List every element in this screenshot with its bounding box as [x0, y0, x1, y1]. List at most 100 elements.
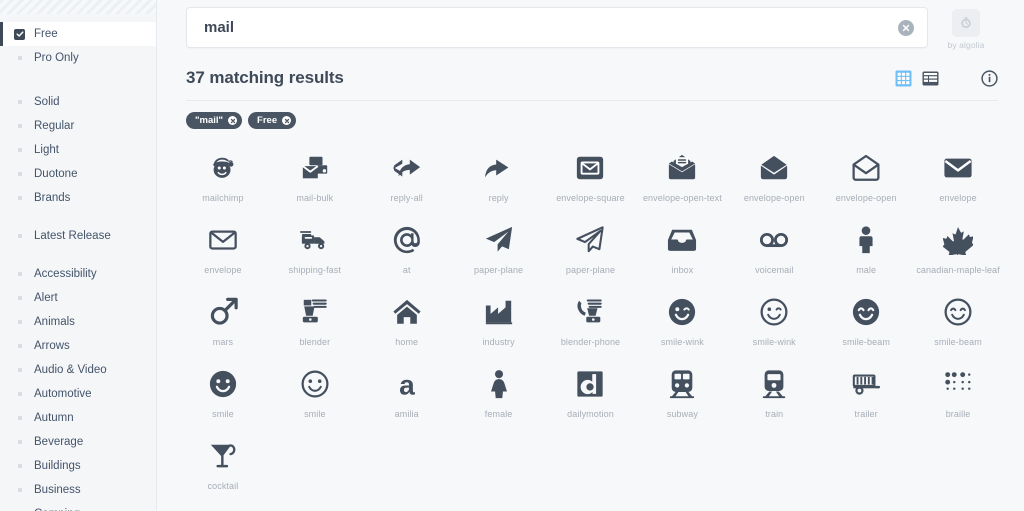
- icon-result-label: dailymotion: [567, 409, 614, 419]
- filter-item-duotone[interactable]: Duotone: [0, 162, 156, 186]
- filter-pill[interactable]: Free: [248, 112, 297, 129]
- icon-result-cell[interactable]: inbox: [636, 212, 728, 284]
- icon-result-cell[interactable]: mail-bulk: [269, 140, 361, 212]
- icon-result-cell[interactable]: male: [820, 212, 912, 284]
- icon-result-cell[interactable]: female: [453, 356, 545, 428]
- filter-item-label: Autumn: [34, 412, 74, 424]
- mail-bulk-icon: [300, 150, 330, 186]
- icon-result-cell[interactable]: envelope: [177, 212, 269, 284]
- sidebar-hatch-decoration: [0, 0, 156, 14]
- remove-filter-icon[interactable]: [228, 116, 238, 125]
- icon-result-cell[interactable]: smile: [269, 356, 361, 428]
- filter-item-camping[interactable]: Camping: [0, 502, 156, 511]
- filter-item-business[interactable]: Business: [0, 478, 156, 502]
- icon-result-cell[interactable]: shipping-fast: [269, 212, 361, 284]
- icon-result-cell[interactable]: voicemail: [728, 212, 820, 284]
- filter-item-alert[interactable]: Alert: [0, 286, 156, 310]
- search-input[interactable]: [187, 8, 927, 47]
- home-icon: [392, 294, 422, 330]
- filter-item-autumn[interactable]: Autumn: [0, 406, 156, 430]
- icon-result-cell[interactable]: envelope-square: [545, 140, 637, 212]
- icon-result-label: blender: [299, 337, 331, 347]
- icon-result-cell[interactable]: a amilia: [361, 356, 453, 428]
- envelope-icon: [943, 150, 973, 186]
- icon-result-cell[interactable]: industry: [453, 284, 545, 356]
- icon-result-cell[interactable]: smile-wink: [728, 284, 820, 356]
- filter-item-label: Beverage: [34, 436, 84, 448]
- filter-item-arrows[interactable]: Arrows: [0, 334, 156, 358]
- icon-result-cell[interactable]: smile-beam: [912, 284, 1004, 356]
- filter-item-pro-only[interactable]: Pro Only: [0, 46, 156, 70]
- filter-item-solid[interactable]: Solid: [0, 90, 156, 114]
- icon-result-label: braille: [945, 409, 971, 419]
- filter-pill[interactable]: "mail": [186, 112, 243, 129]
- icon-result-cell[interactable]: train: [728, 356, 820, 428]
- bullet-icon: [14, 97, 25, 108]
- checkbox-icon[interactable]: [14, 28, 25, 40]
- bullet-icon: [14, 145, 25, 156]
- icon-result-cell[interactable]: envelope-open-text: [636, 140, 728, 212]
- filter-group-separator: [0, 70, 156, 90]
- bullet-icon: [14, 293, 25, 304]
- grid-view-icon[interactable]: [895, 70, 912, 87]
- icon-result-cell[interactable]: braille: [912, 356, 1004, 428]
- filter-item-audio-video[interactable]: Audio & Video: [0, 358, 156, 382]
- filter-item-automotive[interactable]: Automotive: [0, 382, 156, 406]
- filter-item-label: Alert: [34, 292, 58, 304]
- search-box[interactable]: [186, 7, 928, 48]
- icon-result-cell[interactable]: subway: [636, 356, 728, 428]
- icon-result-cell[interactable]: dailymotion: [545, 356, 637, 428]
- icon-result-cell[interactable]: blender: [269, 284, 361, 356]
- filter-item-beverage[interactable]: Beverage: [0, 430, 156, 454]
- icon-result-cell[interactable]: canadian-maple-leaf: [912, 212, 1004, 284]
- icon-result-cell[interactable]: blender-phone: [545, 284, 637, 356]
- icon-result-cell[interactable]: home: [361, 284, 453, 356]
- results-header: 37 matching results: [157, 50, 1024, 88]
- info-circle-icon[interactable]: [981, 69, 998, 87]
- search-row: by algolia: [157, 0, 1024, 50]
- algolia-attribution[interactable]: by algolia: [940, 7, 992, 50]
- icon-result-label: female: [484, 409, 513, 419]
- icon-result-cell[interactable]: envelope-open: [728, 140, 820, 212]
- filter-item-animals[interactable]: Animals: [0, 310, 156, 334]
- envelope-square-icon: [575, 150, 605, 186]
- female-icon: [484, 366, 514, 402]
- icon-result-cell[interactable]: mailchimp: [177, 140, 269, 212]
- icon-result-cell[interactable]: reply: [453, 140, 545, 212]
- icon-result-cell[interactable]: at: [361, 212, 453, 284]
- envelope-open-icon: [759, 150, 789, 186]
- icon-result-cell[interactable]: cocktail: [177, 428, 269, 500]
- voicemail-icon: [759, 222, 789, 258]
- icon-result-label: canadian-maple-leaf: [916, 265, 1000, 275]
- filter-item-regular[interactable]: Regular: [0, 114, 156, 138]
- filter-item-label: Latest Release: [34, 230, 111, 242]
- icon-result-cell[interactable]: trailer: [820, 356, 912, 428]
- cocktail-icon: [208, 438, 238, 474]
- icon-result-cell[interactable]: mars: [177, 284, 269, 356]
- envelope-icon: [208, 222, 238, 258]
- filter-item-light[interactable]: Light: [0, 138, 156, 162]
- icon-result-cell[interactable]: envelope-open: [820, 140, 912, 212]
- icon-result-cell[interactable]: paper-plane: [453, 212, 545, 284]
- list-view-icon[interactable]: [922, 70, 939, 87]
- icon-result-label: smile-beam: [842, 337, 890, 347]
- icon-result-label: envelope-open: [835, 193, 897, 203]
- filter-item-accessibility[interactable]: Accessibility: [0, 262, 156, 286]
- icon-result-label: blender-phone: [560, 337, 621, 347]
- icon-result-cell[interactable]: smile-wink: [636, 284, 728, 356]
- subway-icon: [667, 366, 697, 402]
- remove-filter-icon[interactable]: [282, 116, 292, 125]
- icon-result-cell[interactable]: smile: [177, 356, 269, 428]
- clear-search-icon[interactable]: [898, 19, 914, 36]
- filter-item-brands[interactable]: Brands: [0, 186, 156, 210]
- filter-list: Free Pro Only Solid Regular Light Duotone Bran…: [0, 14, 156, 511]
- filter-item-latest-release[interactable]: Latest Release: [0, 224, 156, 248]
- filter-item-free[interactable]: Free: [0, 22, 156, 46]
- icon-result-cell[interactable]: paper-plane: [545, 212, 637, 284]
- icon-result-cell[interactable]: reply-all: [361, 140, 453, 212]
- icon-result-cell[interactable]: envelope: [912, 140, 1004, 212]
- icon-result-cell[interactable]: smile-beam: [820, 284, 912, 356]
- filter-item-buildings[interactable]: Buildings: [0, 454, 156, 478]
- filter-item-label: Arrows: [34, 340, 70, 352]
- icon-result-label: envelope-open-text: [642, 193, 722, 203]
